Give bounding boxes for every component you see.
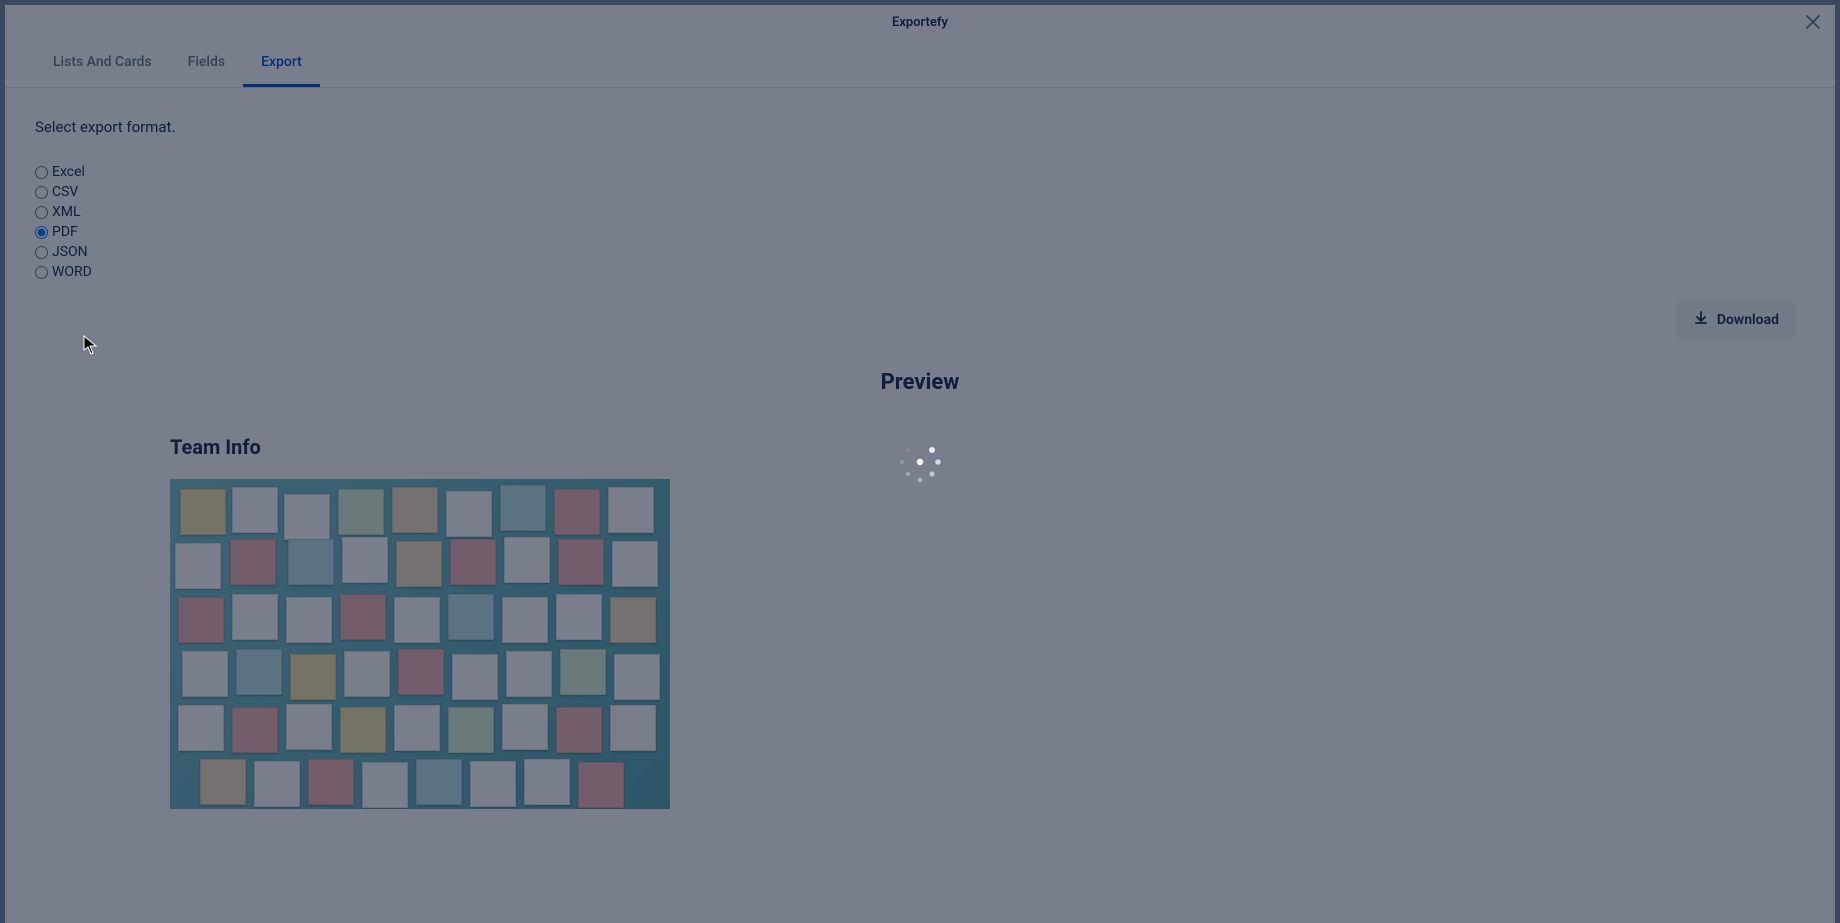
tab-fields[interactable]: Fields — [170, 40, 243, 87]
radio-input-xml[interactable] — [35, 206, 48, 219]
radio-label-json: JSON — [52, 244, 88, 260]
radio-label-xml: XML — [52, 204, 81, 220]
radio-option-xml[interactable]: XML — [35, 204, 1805, 220]
radio-option-excel[interactable]: Excel — [35, 164, 1805, 180]
loading-spinner-icon — [890, 432, 950, 492]
modal-title: Exportefy — [892, 15, 948, 30]
tab-bar: Lists And Cards Fields Export — [5, 40, 1835, 88]
download-button[interactable]: Download — [1677, 300, 1795, 340]
radio-input-excel[interactable] — [35, 166, 48, 179]
tab-lists-and-cards[interactable]: Lists And Cards — [35, 40, 170, 87]
radio-option-csv[interactable]: CSV — [35, 184, 1805, 200]
radio-option-json[interactable]: JSON — [35, 244, 1805, 260]
radio-input-word[interactable] — [35, 266, 48, 279]
export-prompt: Select export format. — [35, 118, 1805, 136]
preview-heading: Preview — [35, 370, 1805, 395]
radio-option-word[interactable]: WORD — [35, 264, 1805, 280]
radio-label-excel: Excel — [52, 164, 85, 180]
radio-input-csv[interactable] — [35, 186, 48, 199]
card-cover-image — [170, 479, 670, 809]
radio-label-pdf: PDF — [52, 224, 78, 240]
radio-option-pdf[interactable]: PDF — [35, 224, 1805, 240]
tab-export[interactable]: Export — [243, 40, 320, 87]
radio-input-json[interactable] — [35, 246, 48, 259]
radio-label-csv: CSV — [52, 184, 78, 200]
download-icon — [1693, 310, 1709, 330]
actions-row: Download — [35, 300, 1805, 340]
radio-input-pdf[interactable] — [35, 226, 48, 239]
modal-header: Exportefy — [5, 5, 1835, 40]
export-tab-content: Select export format. Excel CSV XML PDF … — [5, 88, 1835, 923]
radio-label-word: WORD — [52, 264, 92, 280]
close-icon — [1806, 14, 1820, 33]
close-button[interactable] — [1801, 11, 1825, 35]
export-format-radio-group: Excel CSV XML PDF JSON WORD — [35, 164, 1805, 280]
download-button-label: Download — [1717, 312, 1779, 328]
